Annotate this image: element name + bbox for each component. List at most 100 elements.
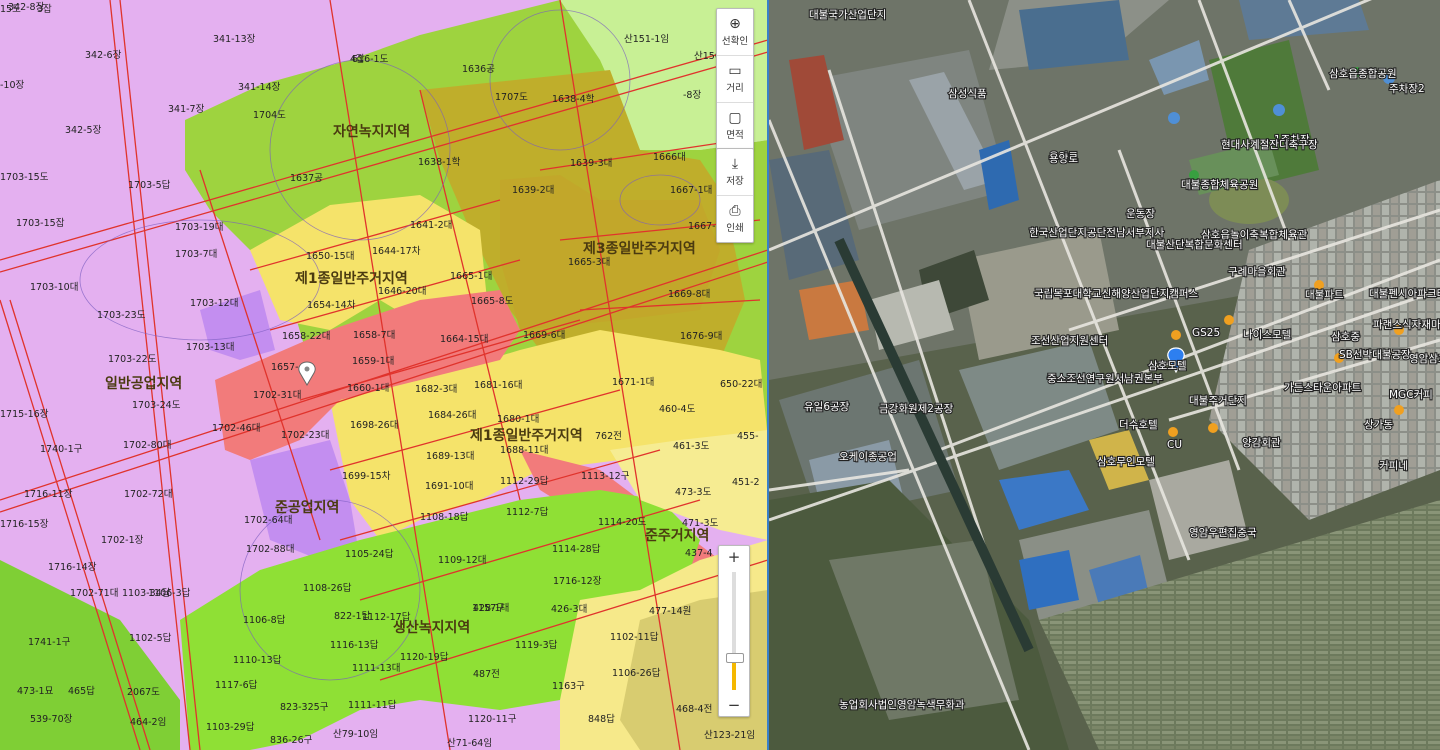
lot-label: 1116-13답 [330,639,379,651]
zoom-slider-handle[interactable] [726,652,744,663]
poi-label[interactable]: 커피네 [1378,459,1409,473]
lot-label: 1703-15도 [0,172,49,183]
tool-area[interactable]: ▢ 면적 [717,103,753,149]
lot-label: 487전 [473,669,500,680]
lot-label: 1703-19대 [175,222,223,233]
lot-label: 1108-26답 [303,582,352,594]
lot-label: 1702-71대 [70,588,118,599]
poi-label[interactable]: CU [1166,438,1183,452]
lot-label: 1741-1구 [28,637,71,648]
lot-label: 1120-19답 [400,651,449,663]
lot-label: 1702-31대 [253,390,301,401]
poi-label[interactable]: 금강화원제2공장 [878,402,955,416]
poi-label[interactable]: 구례마을회관 [1227,265,1287,279]
poi-label[interactable]: 중소조선연구원서남권본부 [1046,372,1164,386]
poi-label[interactable]: GS25 [1191,326,1221,340]
poi-label[interactable]: 삼호중 [1330,330,1362,344]
poi-label[interactable]: 주차장2 [1388,82,1426,96]
poi-label[interactable]: SB선박대불공장 [1338,348,1412,362]
lot-label: 762전 [595,431,622,442]
lot-label: 1702-23대 [281,430,329,441]
blue-roof-building-6 [1019,550,1079,610]
lot-label: 4잡 [350,53,365,65]
poi-label[interactable]: 가든스타운아파트 [1283,381,1363,395]
satellite-svg[interactable]: 대불국가산업단지삼성식품용앙로삼호읍종합공원주차장21주차장현대사계절잔디축구장… [769,0,1440,750]
poi-label[interactable]: 영암삼호S클래스 [1408,352,1440,366]
poi-label[interactable]: 삼성식품 [947,87,988,101]
cu-icon [1168,427,1178,437]
tool-print[interactable]: ⎙ 인쇄 [717,196,753,242]
lot-label: 산71-64임 [447,737,492,749]
lot-label: 455- [737,431,759,442]
lot-label: 1157구 [472,603,505,614]
poi-label[interactable]: 삼호읍종합공원 [1328,67,1398,81]
lot-label: 1664-15대 [440,334,488,345]
zoning-map-panel[interactable]: 자연녹지지역 제3종일반주거지역 제1종일반주거지역 제1종일반주거지역 일반공… [0,0,768,750]
lot-label: 1703-23도 [97,310,146,321]
lot-label: 1639-3대 [570,158,612,169]
lot-label: 1106-3답 [148,587,191,599]
lot-label: 1638-1학 [418,157,461,168]
poi-label[interactable]: 파랜스식자재마트 [1372,318,1440,332]
lot-label: 473-1묘 [17,686,54,697]
lot-label: 1111-13대 [352,663,400,674]
poi-label[interactable]: 현대사계절잔디축구장 [1220,137,1319,152]
poi-label[interactable]: 삼호모텔 [1147,359,1188,373]
poi-label[interactable]: 영암우편집중국 [1188,525,1258,540]
poi-label[interactable]: 양감회관 [1241,436,1282,450]
lot-label: 1699-15차 [342,470,391,482]
lot-label: 1657- [271,362,299,373]
lot-label: 1639-2대 [512,185,554,196]
poi-label[interactable]: 대불국가산업단지 [808,7,887,22]
zoom-track[interactable] [726,572,744,690]
zoom-in-button[interactable]: + [719,546,749,568]
poi-label[interactable]: 대불주거단지 [1188,394,1248,408]
lot-label: 1716-15장 [0,519,49,530]
poi-label[interactable]: 대불파트 [1304,288,1345,302]
poi-label[interactable]: 운동장 [1125,207,1157,221]
lot-label: 1637공 [290,173,323,184]
lot-label: 451-2 [732,477,760,488]
lot-label: 1113-12구 [581,471,630,482]
poi-label[interactable]: 유일6공장 [803,399,851,414]
lot-label: 1659-1대 [352,356,394,367]
poi-label[interactable]: 상가동 [1363,418,1395,432]
lot-label: 437-4 [685,548,713,559]
poi-label[interactable]: 용앙로 [1048,152,1080,166]
poi-label[interactable]: 오케이종공업 [838,449,898,464]
tool-distance[interactable]: ▭ 거리 [717,56,753,103]
lot-label: 471-3도 [682,518,719,529]
poi-label[interactable]: 국립목포대학교신해양산업단지캠퍼스 [1033,286,1200,301]
poi-label[interactable]: MGC커피 [1388,388,1434,402]
lot-label: 1703-22도 [108,354,157,365]
lot-label: 1702-80대 [123,440,171,451]
zoning-map-svg[interactable]: 자연녹지지역 제3종일반주거지역 제1종일반주거지역 제1종일반주거지역 일반공… [0,0,768,750]
lot-label: 1669-8대 [668,289,710,300]
poi-label[interactable]: 더수호텔 [1118,418,1159,432]
poi-label[interactable]: 조선산업지원센터 [1030,333,1109,348]
cafe-icon [1224,315,1234,325]
poi-label[interactable]: 대불펜시아파크타운아파트 [1368,287,1440,301]
lot-label: 1680-1대 [497,414,539,425]
lot-label: 468-4전 [676,704,712,715]
zoom-out-button[interactable]: − [719,694,749,716]
poi-label[interactable]: 대불산단복합문화센터 [1145,238,1244,252]
lot-label: 1665-1대 [450,271,492,282]
lot-label: 1702-46대 [212,423,260,434]
poi-label[interactable]: 한국산업단지공단전남서부지사 [1028,225,1166,240]
lot-label: 1702-72대 [124,489,172,500]
lot-label: 1703-10대 [30,282,78,293]
tool-check-line[interactable]: ⊕ 선확인 [717,9,753,56]
poi-label[interactable]: 삼호무인모텔 [1096,455,1156,469]
poi-label[interactable]: 나이스모텔 [1242,328,1293,342]
shop-icon [1394,405,1404,415]
lot-label: 1638-4학 [552,94,595,105]
tool-save[interactable]: ⤓ 저장 [717,149,753,196]
lot-label: 1707도 [495,92,528,103]
poi-label[interactable]: 대불종합체육공원 [1180,178,1259,192]
lot-label: 460-4도 [659,404,696,415]
lot-label: 1715-16장 [0,409,49,420]
poi-label[interactable]: 농업회사법인영암녹색무화과 [838,697,966,712]
lot-label: 1114-20도 [598,517,647,528]
satellite-map-panel[interactable]: 대불국가산업단지 삼성식품 용앙로 삼호읍종합공원 주차장2 1주차장 현대사계절잔디축구장… [769,0,1440,750]
